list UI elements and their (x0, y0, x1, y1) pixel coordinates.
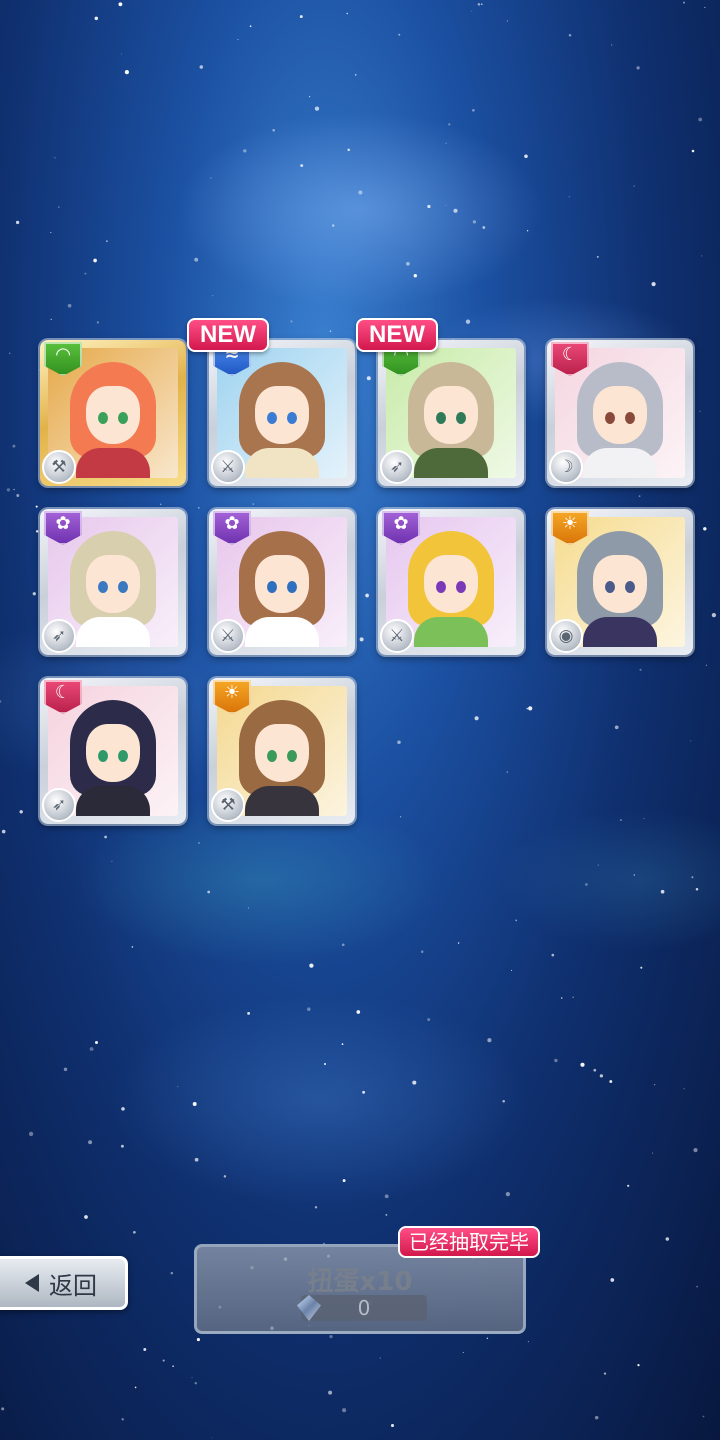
character-eye (98, 750, 108, 762)
character-face (255, 555, 309, 613)
character-eye (287, 750, 297, 762)
character-card[interactable]: ☾ ☽ (547, 340, 693, 486)
character-card[interactable]: ◠ ⚒ (40, 340, 186, 486)
character-eye (605, 581, 615, 593)
character-eye (267, 581, 277, 593)
character-outfit (76, 786, 150, 816)
character-eye (98, 412, 108, 424)
character-eye (456, 412, 466, 424)
shield-icon: ◉ (549, 619, 583, 653)
character-outfit (76, 617, 150, 647)
scythe-icon: ☽ (549, 450, 583, 484)
gun-icon: ➶ (380, 450, 414, 484)
character-face (86, 555, 140, 613)
hammer-icon: ⚒ (211, 788, 245, 822)
sword-icon: ⚔ (380, 619, 414, 653)
character-face (255, 724, 309, 782)
character-face (86, 724, 140, 782)
character-card[interactable]: ☀ ⚒ (209, 678, 355, 824)
character-eye (287, 581, 297, 593)
character-eye (456, 581, 466, 593)
character-eye (605, 412, 615, 424)
character-face (424, 386, 478, 444)
character-outfit (583, 448, 657, 478)
character-eye (118, 750, 128, 762)
character-card[interactable]: ✿ ➶ (40, 509, 186, 655)
character-outfit (245, 448, 319, 478)
character-outfit (414, 617, 488, 647)
gacha-cost-count: 0 (301, 1295, 427, 1321)
character-eye (267, 750, 277, 762)
new-badge: NEW (356, 318, 438, 352)
status-badge: 已经抽取完毕 (398, 1226, 540, 1258)
character-face (593, 555, 647, 613)
back-arrow-icon (25, 1274, 39, 1292)
character-eye (98, 581, 108, 593)
character-outfit (76, 448, 150, 478)
gacha-button-label: 扭蛋x10 (307, 1267, 413, 1297)
character-face (424, 555, 478, 613)
sword-icon: ⚔ (211, 619, 245, 653)
gun-icon: ➶ (42, 788, 76, 822)
character-card[interactable]: ✿ ⚔ (209, 509, 355, 655)
gun-icon: ➶ (42, 619, 76, 653)
character-eye (436, 581, 446, 593)
new-badge: NEW (187, 318, 269, 352)
character-card[interactable]: ☾ ➶ (40, 678, 186, 824)
character-eye (625, 412, 635, 424)
back-button-label: 返回 (49, 1271, 97, 1300)
character-outfit (414, 448, 488, 478)
character-face (255, 386, 309, 444)
back-button[interactable]: 返回 (0, 1256, 128, 1310)
character-card[interactable]: ≈ ⚔ NEW (187, 318, 355, 486)
hammer-icon: ⚒ (42, 450, 76, 484)
character-eye (287, 412, 297, 424)
character-eye (118, 581, 128, 593)
character-eye (267, 412, 277, 424)
character-face (593, 386, 647, 444)
character-card[interactable]: ◠ ➶ NEW (356, 318, 524, 486)
sword-icon: ⚔ (211, 450, 245, 484)
character-eye (118, 412, 128, 424)
character-outfit (245, 617, 319, 647)
character-card[interactable]: ☀ ◉ (547, 509, 693, 655)
character-eye (625, 581, 635, 593)
character-face (86, 386, 140, 444)
character-card[interactable]: ✿ ⚔ (378, 509, 524, 655)
character-outfit (583, 617, 657, 647)
character-eye (436, 412, 446, 424)
character-outfit (245, 786, 319, 816)
result-card-grid: ◠ ⚒ ≈ ⚔ NEW ◠ ➶ NEW ☾ ☽ ✿ ➶ ✿ ⚔ ✿ ⚔ ☀ ◉ ☾ ➶ ☀ ⚒ (0, 0, 720, 900)
